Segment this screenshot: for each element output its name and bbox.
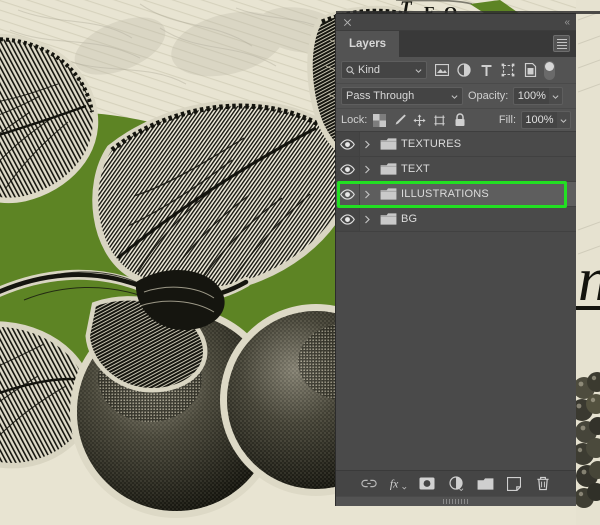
screenshot-root: n T E Q	[0, 0, 600, 525]
filter-enable-toggle[interactable]	[544, 60, 555, 80]
layer-name-label: TEXTURES	[401, 138, 462, 150]
fill-control: 100%	[521, 111, 571, 129]
lock-row: Lock: Fill: 100%	[336, 108, 576, 132]
svg-text:fx: fx	[390, 478, 399, 491]
panel-menu-icon[interactable]	[553, 35, 570, 52]
layer-group-folder-icon	[375, 162, 401, 176]
opacity-stepper-icon[interactable]	[549, 87, 564, 105]
layer-row-illustrations[interactable]: ILLUSTRATIONS	[336, 182, 576, 207]
layer-name-label: BG	[401, 213, 418, 225]
smart-object-filter-icon[interactable]	[519, 60, 541, 80]
chevron-down-icon	[451, 94, 458, 99]
grip-dots-icon	[443, 499, 469, 504]
filter-kind-select[interactable]: Kind	[341, 61, 427, 79]
add-layer-mask-icon[interactable]	[418, 475, 436, 493]
opacity-label: Opacity:	[468, 90, 509, 102]
new-adjustment-layer-icon[interactable]	[447, 475, 465, 493]
layers-bottom-toolbar: fx	[336, 470, 576, 496]
layer-visibility-toggle-icon[interactable]	[336, 207, 360, 231]
link-layers-icon[interactable]	[360, 475, 378, 493]
lock-image-pixels-icon[interactable]	[390, 111, 409, 129]
panel-titlebar: «	[336, 14, 576, 31]
filter-type-icons	[431, 60, 541, 80]
lock-transparent-pixels-icon[interactable]	[370, 111, 389, 129]
blend-mode-select[interactable]: Pass Through	[341, 87, 463, 105]
lock-label: Lock:	[341, 114, 368, 126]
layer-visibility-toggle-icon[interactable]	[336, 182, 360, 206]
layer-row-textures[interactable]: TEXTURES	[336, 132, 576, 157]
layers-panel: « Layers Kind Pass Through Opacity: 100%…	[336, 14, 576, 506]
panel-resize-grip[interactable]	[336, 496, 576, 506]
tab-layers[interactable]: Layers	[336, 31, 401, 57]
search-icon	[346, 65, 355, 74]
blend-mode-row: Pass Through Opacity: 100%	[336, 83, 576, 108]
layer-style-fx-icon[interactable]: fx	[389, 475, 407, 493]
lock-position-icon[interactable]	[410, 111, 429, 129]
group-disclosure-chevron-icon[interactable]	[360, 165, 375, 174]
new-layer-icon[interactable]	[505, 475, 523, 493]
fill-stepper-icon[interactable]	[557, 111, 571, 129]
group-disclosure-chevron-icon[interactable]	[360, 190, 375, 199]
artwork-script-letter: n	[578, 246, 600, 314]
new-group-icon[interactable]	[476, 475, 494, 493]
tab-layers-label: Layers	[349, 38, 387, 50]
lock-icon-group	[370, 111, 469, 129]
type-layer-filter-icon[interactable]	[475, 60, 497, 80]
filter-kind-label: Kind	[358, 64, 381, 76]
layer-visibility-toggle-icon[interactable]	[336, 132, 360, 156]
fill-control-group: Fill: 100%	[499, 111, 571, 129]
layer-name-label: ILLUSTRATIONS	[401, 188, 489, 200]
group-disclosure-chevron-icon[interactable]	[360, 140, 375, 149]
lock-artboard-nesting-icon[interactable]	[430, 111, 449, 129]
blend-mode-value: Pass Through	[346, 90, 415, 102]
opacity-control: 100%	[513, 87, 564, 105]
group-disclosure-chevron-icon[interactable]	[360, 215, 375, 224]
layer-group-folder-icon	[375, 212, 401, 226]
layer-filter-row: Kind	[336, 57, 576, 83]
layer-list[interactable]: TEXTURES TEXT ILLUSTRATIONS BG	[336, 132, 576, 470]
layer-group-folder-icon	[375, 137, 401, 151]
close-icon[interactable]	[342, 17, 353, 28]
fill-input[interactable]: 100%	[521, 111, 557, 129]
panel-tabbar: Layers	[336, 31, 576, 57]
layer-visibility-toggle-icon[interactable]	[336, 157, 360, 181]
chevron-down-icon	[415, 68, 422, 73]
opacity-input[interactable]: 100%	[513, 87, 550, 105]
shape-layer-filter-icon[interactable]	[497, 60, 519, 80]
pixel-layer-filter-icon[interactable]	[431, 60, 453, 80]
collapse-panel-icon[interactable]: «	[564, 16, 569, 29]
layer-group-folder-icon	[375, 187, 401, 201]
layer-name-label: TEXT	[401, 163, 430, 175]
delete-layer-icon[interactable]	[534, 475, 552, 493]
fill-label: Fill:	[498, 114, 516, 126]
lock-all-icon[interactable]	[450, 111, 469, 129]
tabbar-filler	[400, 31, 576, 57]
layer-row-text[interactable]: TEXT	[336, 157, 576, 182]
adjustment-layer-filter-icon[interactable]	[453, 60, 475, 80]
layer-row-bg[interactable]: BG	[336, 207, 576, 232]
